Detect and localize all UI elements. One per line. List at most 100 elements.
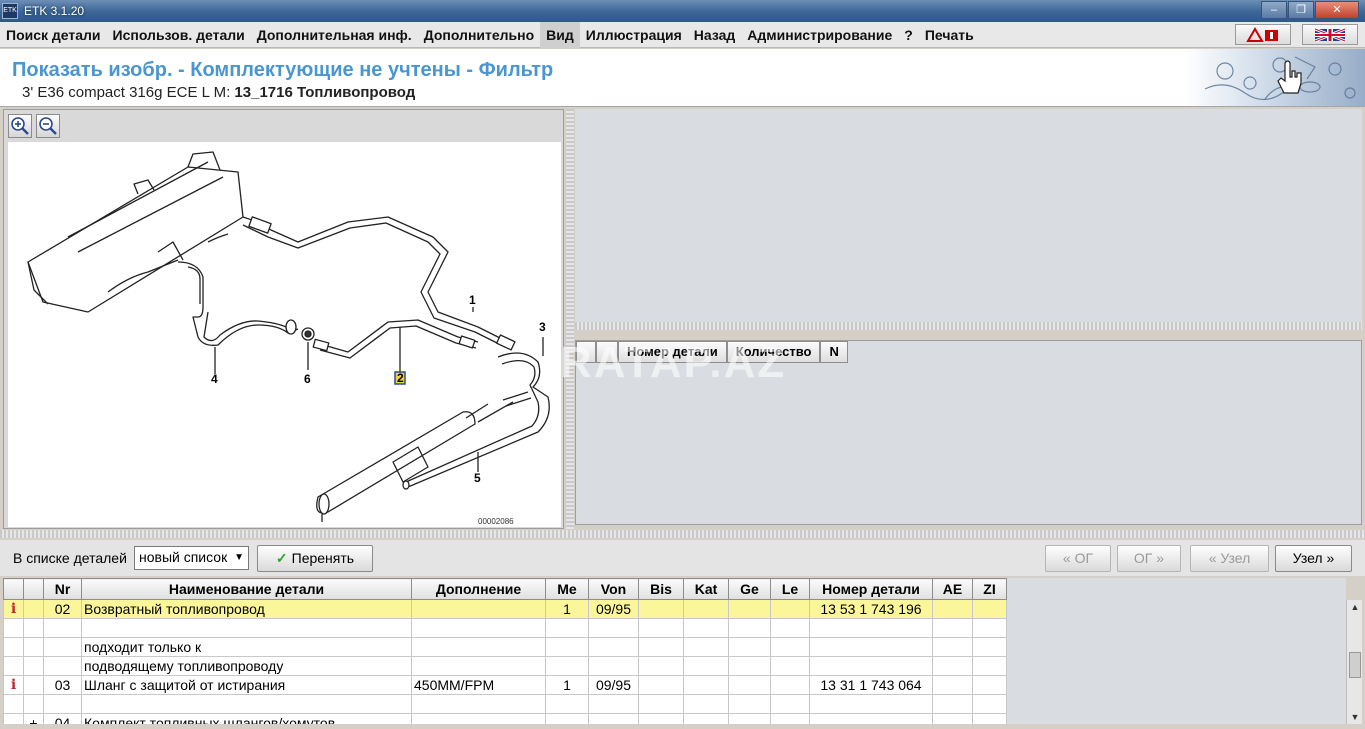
- scroll-up-icon[interactable]: ▲: [1347, 600, 1363, 614]
- row-me: [545, 694, 589, 714]
- etk-app-icon: ETK: [2, 3, 18, 19]
- maximize-button[interactable]: ❐: [1288, 1, 1314, 19]
- row-me: [545, 637, 589, 657]
- col-le[interactable]: Le: [770, 578, 810, 600]
- row-zi: [972, 694, 1007, 714]
- prev-group-button[interactable]: « ОГ: [1045, 545, 1111, 572]
- row-part-name: подходит только к: [81, 637, 412, 657]
- parts-illustration[interactable]: 1 2 3 4 5 6 00002086: [8, 142, 561, 527]
- list-label: В списке деталей: [13, 550, 127, 566]
- menu-print[interactable]: Печать: [919, 22, 980, 48]
- col-part-number[interactable]: Номер детали: [809, 578, 933, 600]
- vertical-splitter[interactable]: [566, 109, 574, 529]
- row-zi: [972, 637, 1007, 657]
- zoom-out-icon: [39, 117, 57, 135]
- zoom-in-icon: [11, 117, 29, 135]
- row-mark: [23, 618, 44, 638]
- row-nr: [43, 694, 82, 714]
- table-row[interactable]: [3, 618, 1007, 638]
- watermark-text: RATAP.AZ: [560, 338, 787, 387]
- menu-part-usage[interactable]: Использов. детали: [107, 22, 251, 48]
- row-ge: [728, 599, 771, 619]
- table-row[interactable]: +04 Комплект топливных шлангов/хомутов: [3, 713, 1007, 724]
- row-mark: +: [23, 713, 44, 724]
- transfer-button[interactable]: ✓ Перенять: [257, 545, 373, 572]
- group-name: 13_1716 Топливопровод: [234, 84, 416, 101]
- table-row[interactable]: [3, 694, 1007, 714]
- bottom-horizontal-splitter[interactable]: [0, 530, 1365, 538]
- col-bis[interactable]: Bis: [638, 578, 684, 600]
- row-mark: [23, 599, 44, 619]
- menu-search-part[interactable]: Поиск детали: [0, 22, 107, 48]
- parts-scrollbar[interactable]: ▲ ▼: [1346, 600, 1362, 724]
- window-title: ETK 3.1.20: [24, 4, 85, 18]
- col-supplement[interactable]: Дополнение: [411, 578, 546, 600]
- next-group-button[interactable]: ОГ »: [1117, 545, 1181, 572]
- prev-node-button[interactable]: « Узел: [1190, 545, 1269, 572]
- alert-button[interactable]: [1235, 24, 1291, 45]
- zoom-out-button[interactable]: [36, 114, 60, 138]
- table-row[interactable]: i 03 Шланг с защитой от истирания 450MM/FPM…: [3, 675, 1007, 695]
- fuel-line-diagram: 1 2 3 4 5 6 00002086: [27, 151, 550, 526]
- col-von[interactable]: Von: [588, 578, 639, 600]
- menu-back[interactable]: Назад: [688, 22, 742, 48]
- transfer-label: Перенять: [291, 550, 355, 566]
- list-select[interactable]: новый список ▼: [134, 546, 249, 570]
- row-ge: [728, 694, 771, 714]
- callout-1[interactable]: 1: [469, 293, 476, 307]
- right-horizontal-splitter[interactable]: [575, 322, 1362, 330]
- callout-5[interactable]: 5: [474, 471, 481, 485]
- row-part-number: [809, 618, 933, 638]
- menu-illustration[interactable]: Иллюстрация: [580, 22, 688, 48]
- vehicle-model: 3' E36 compact 316g ECE L M:: [22, 84, 235, 101]
- menu-view[interactable]: Вид: [540, 21, 580, 48]
- row-ae: [932, 599, 973, 619]
- next-node-button[interactable]: Узел »: [1275, 545, 1352, 572]
- row-mark: [23, 656, 44, 676]
- list-select-value: новый список: [139, 549, 228, 565]
- zoom-in-button[interactable]: [8, 114, 32, 138]
- row-von: 09/95: [588, 675, 639, 695]
- menu-additional-info[interactable]: Дополнительная инф.: [251, 22, 418, 48]
- callout-4[interactable]: 4: [211, 372, 218, 386]
- row-zi: [972, 599, 1007, 619]
- row-nr: 03: [43, 675, 82, 695]
- row-me: [545, 713, 589, 724]
- scroll-down-icon[interactable]: ▼: [1347, 710, 1363, 724]
- row-kat: [683, 637, 729, 657]
- scroll-thumb[interactable]: [1349, 652, 1361, 678]
- col-me[interactable]: Me: [545, 578, 589, 600]
- col-info[interactable]: [3, 578, 24, 600]
- close-button[interactable]: ✕: [1315, 1, 1359, 19]
- row-kat: [683, 656, 729, 676]
- col-nr[interactable]: Nr: [43, 578, 82, 600]
- row-nr: [43, 618, 82, 638]
- col-part-name[interactable]: Наименование детали: [81, 578, 412, 600]
- row-le: [770, 656, 810, 676]
- minimize-button[interactable]: –: [1261, 1, 1287, 19]
- callout-3[interactable]: 3: [539, 320, 546, 334]
- row-supplement: [411, 599, 546, 619]
- col-ge[interactable]: Ge: [728, 578, 771, 600]
- menu-help[interactable]: ?: [898, 22, 919, 48]
- menu-additional[interactable]: Дополнительно: [418, 22, 540, 48]
- row-bis: [638, 656, 684, 676]
- row-part-number: 13 53 1 743 196: [809, 599, 933, 619]
- col-kat[interactable]: Kat: [683, 578, 729, 600]
- table-row[interactable]: i 02 Возвратный топливопровод 1 09/95 13 53 1…: [3, 599, 1007, 619]
- table-row[interactable]: подводящему топливопроводу: [3, 656, 1007, 676]
- col-mark[interactable]: [23, 578, 44, 600]
- row-bis: [638, 618, 684, 638]
- callout-2[interactable]: 2: [397, 371, 404, 385]
- row-le: [770, 599, 810, 619]
- menu-administration[interactable]: Администрирование: [741, 22, 898, 48]
- row-part-number: 13 31 1 743 064: [809, 675, 933, 695]
- col-n[interactable]: N: [820, 341, 848, 363]
- col-ae[interactable]: AE: [932, 578, 973, 600]
- callout-6[interactable]: 6: [304, 372, 311, 386]
- row-mark: [23, 637, 44, 657]
- table-row[interactable]: подходит только к: [3, 637, 1007, 657]
- col-zi[interactable]: ZI: [972, 578, 1007, 600]
- row-zi: [972, 713, 1007, 724]
- language-button[interactable]: [1302, 24, 1358, 45]
